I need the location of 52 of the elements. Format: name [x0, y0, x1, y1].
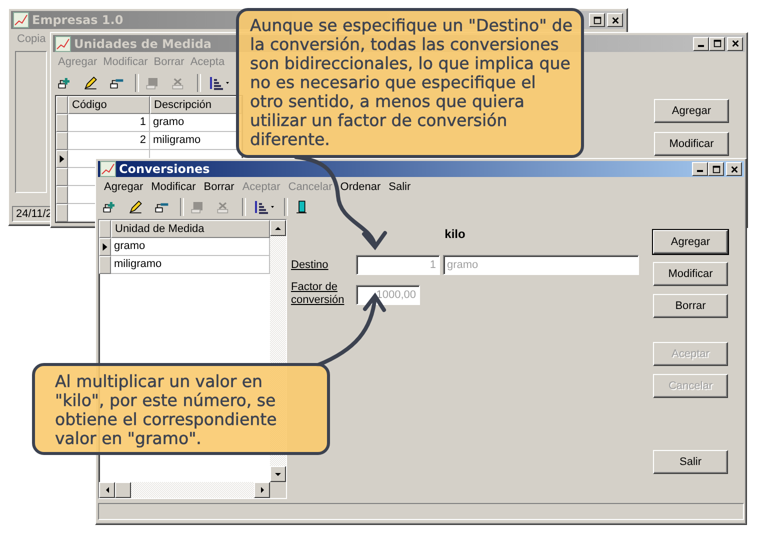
row-selector[interactable]	[99, 238, 111, 256]
minimize-icon	[697, 170, 703, 172]
scroll-thumb[interactable]	[115, 482, 131, 498]
list-item[interactable]: miligramo	[111, 256, 270, 274]
window-title: Unidades de Medida	[74, 36, 212, 51]
action-button[interactable]: Agregar	[654, 99, 729, 123]
field-label: Destino	[291, 258, 330, 272]
column-header[interactable]: Código	[68, 96, 150, 114]
row-pointer-icon	[59, 154, 65, 164]
scroll-up-button[interactable]	[270, 220, 286, 236]
menu-item[interactable]: Borrar	[200, 180, 238, 194]
table-cell: 1	[68, 114, 150, 132]
callout: Al multiplicar un valor en "kilo", por este número, se obtiene el correspondiente valor en "gramo".	[32, 363, 330, 455]
close-icon	[610, 16, 620, 24]
action-button[interactable]: Agregar	[653, 230, 728, 254]
window-title: Empresas 1.0	[32, 13, 124, 27]
close-icon	[730, 164, 738, 174]
chart-icon	[100, 161, 116, 178]
scroll-right-button[interactable]	[254, 482, 270, 498]
chart-icon	[13, 12, 29, 28]
unit-heading: kilo	[444, 227, 466, 242]
maximize-icon	[712, 39, 722, 48]
action-button[interactable]: Modificar	[653, 262, 728, 286]
field-label: Factor de conversión	[291, 281, 346, 308]
scrollbar-corner	[270, 482, 286, 498]
row-selector[interactable]	[56, 150, 68, 168]
action-button[interactable]: Modificar	[654, 132, 729, 156]
scroll-left-button[interactable]	[99, 482, 115, 498]
menu-item[interactable]: Salir	[384, 180, 415, 194]
up-arrow-icon	[275, 226, 281, 230]
action-button[interactable]: Salir	[653, 450, 728, 474]
callout: Aunque se especifique un "Destino" de la conversión, todas las conversiones son bidireccionales, lo que implica que no es necesario que especifique el otro sentido, a menos que quiera utilizar un factor de conversión diferente.	[236, 8, 584, 158]
chart-icon	[55, 36, 71, 52]
minimize-button[interactable]	[692, 162, 708, 176]
close-icon	[730, 39, 740, 48]
down-arrow-icon	[275, 472, 281, 476]
minimize-icon	[698, 44, 704, 47]
close-button[interactable]	[726, 162, 742, 176]
action-button[interactable]: Borrar	[653, 294, 728, 318]
row-pointer-icon	[102, 242, 108, 252]
right-arrow-icon	[260, 487, 264, 494]
table-cell: 2	[68, 132, 150, 150]
maximize-icon	[712, 164, 720, 174]
maximize-icon	[592, 16, 602, 24]
scroll-down-button[interactable]	[270, 466, 286, 482]
menu-item[interactable]: Modificar	[147, 180, 200, 194]
menu-item[interactable]: Agregar	[100, 180, 148, 194]
left-arrow-icon	[106, 487, 108, 494]
window-title: Conversiones	[119, 162, 210, 176]
column-header[interactable]: Unidad de Medida	[111, 220, 270, 238]
menu-item[interactable]: Ordenar	[336, 180, 385, 194]
maximize-button[interactable]	[708, 162, 724, 176]
